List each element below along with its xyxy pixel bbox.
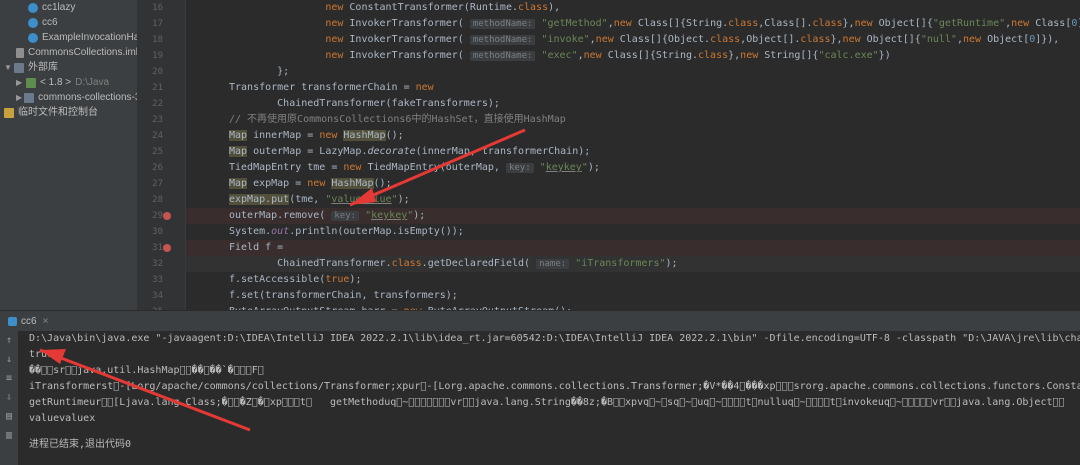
rerun-icon[interactable]: ↑ — [3, 335, 15, 347]
line-number[interactable]: 20 — [137, 64, 185, 80]
line-number[interactable]: 25 — [137, 144, 185, 160]
line-number[interactable]: 26 — [137, 160, 185, 176]
line-number[interactable]: 34 — [137, 288, 185, 304]
tree-item[interactable]: cc1lazy — [0, 0, 137, 15]
line-number[interactable]: 33 — [137, 272, 185, 288]
scratch-icon — [4, 107, 14, 118]
code-line-22: ChainedTransformer(fakeTransformers); — [229, 98, 500, 109]
tree-item[interactable]: ExampleInvocationHandle — [0, 30, 137, 45]
run-tab[interactable]: cc6 × — [0, 311, 56, 332]
console-line: valuevaluex — [29, 413, 96, 424]
chevron-right-icon[interactable]: ▶ — [16, 75, 24, 90]
breakpoint-line-number[interactable]: 31 — [137, 240, 185, 256]
code-line-18: new InvokerTransformer( methodName: "inv… — [325, 34, 1060, 45]
code-line-20: }; — [229, 66, 290, 77]
tree-item[interactable]: ▼ 外部库 — [0, 60, 137, 75]
run-console[interactable]: D:\Java\bin\java.exe "-javaagent:D:\IDEA… — [18, 331, 1080, 465]
tree-item[interactable]: ▶ commons-collections-3.1 — [0, 90, 137, 105]
breakpoint-line-number[interactable]: 29 — [137, 208, 185, 224]
console-line: D:\Java\bin\java.exe "-javaagent:D:\IDEA… — [29, 333, 1080, 344]
code-editor[interactable]: new ConstantTransformer(Runtime.class), … — [186, 0, 1080, 310]
line-number[interactable]: 18 — [137, 32, 185, 48]
code-line-33: f.setAccessible(true); — [229, 274, 362, 285]
tree-item-label: commons-collections-3.1 — [38, 92, 138, 103]
run-side-toolbar: ↑ ↓ ≡ ⇩ ▤ ▥ — [0, 331, 19, 465]
line-number[interactable]: 17 — [137, 16, 185, 32]
tree-item-label: 外部库 — [28, 62, 58, 73]
line-number[interactable]: 24 — [137, 128, 185, 144]
line-number[interactable]: 32 — [137, 256, 185, 272]
code-line-25: Map outerMap = LazyMap.decorate(innerMap… — [229, 146, 591, 157]
tree-item-label: ExampleInvocationHandle — [42, 32, 137, 43]
code-line-30: System.out.println(outerMap.isEmpty()); — [229, 226, 464, 237]
tree-item-label: CommonsCollections.iml — [28, 47, 138, 58]
run-toolbar: cc6 × — [0, 310, 1080, 332]
chevron-down-icon[interactable]: ▼ — [4, 60, 12, 75]
code-line-27: Map expMap = new HashMap(); — [229, 178, 392, 189]
code-line-32: ChainedTransformer.class.getDeclaredFiel… — [186, 256, 1080, 272]
code-line-19: new InvokerTransformer( methodName: "exe… — [325, 50, 891, 61]
code-line-21: Transformer transformerChain = new — [229, 82, 434, 93]
console-line: true — [29, 349, 54, 360]
tree-item-label: cc6 — [42, 17, 58, 28]
print-icon[interactable]: ▤ — [3, 411, 15, 423]
iml-file-icon — [16, 47, 24, 58]
code-line-23: // 不再使用原CommonsCollections6中的HashSet，直接使… — [229, 114, 566, 125]
line-number[interactable]: 30 — [137, 224, 185, 240]
console-line: �� sr java.util.HashMap����`� F  — [29, 365, 264, 376]
code-line-24: Map innerMap = new HashMap(); — [229, 130, 404, 141]
line-number[interactable]: 19 — [137, 48, 185, 64]
console-line: getRuntimeur [Ljava.lang.Class;�  �Z � … — [29, 397, 1065, 408]
run-tab-label: cc6 — [21, 316, 37, 327]
line-number[interactable]: 21 — [137, 80, 185, 96]
console-line: iTransformerst -[Lorg/apache/commons/col… — [29, 381, 1080, 392]
tree-item[interactable]: CommonsCollections.iml — [0, 45, 137, 60]
stop-icon[interactable]: ↓ — [3, 354, 15, 366]
scroll-to-end-icon[interactable]: ≡ — [3, 373, 15, 385]
line-number[interactable]: 23 — [137, 112, 185, 128]
run-config-icon — [8, 317, 17, 326]
class-icon — [28, 2, 38, 13]
code-line-28: expMap.put(tme, "valuevalue"); — [229, 194, 410, 205]
tree-item-path: D:\Java — [75, 77, 110, 88]
line-number[interactable]: 22 — [137, 96, 185, 112]
code-line-17: new InvokerTransformer( methodName: "get… — [325, 18, 1080, 29]
editor-gutter: 1617181920212223242526272829303132333435 — [137, 0, 186, 317]
project-tree-panel: cc1lazy cc6 ExampleInvocationHandle Commons… — [0, 0, 138, 310]
tree-item-label: < 1.8 > — [40, 77, 72, 88]
line-number[interactable]: 16 — [137, 0, 185, 16]
tree-item[interactable]: ▶ < 1.8 > D:\Java — [0, 75, 137, 90]
code-line-26: TiedMapEntry tme = new TiedMapEntry(oute… — [229, 162, 600, 173]
class-icon — [28, 17, 38, 28]
code-line-34: f.set(transformerChain, transformers); — [229, 290, 458, 301]
tree-item[interactable]: cc6 — [0, 15, 137, 30]
line-number[interactable]: 28 — [137, 192, 185, 208]
class-icon — [28, 32, 38, 43]
code-line-16: new ConstantTransformer(Runtime.class), — [325, 2, 561, 13]
library-icon — [14, 62, 24, 73]
library-icon — [24, 92, 35, 103]
delete-icon[interactable]: ▥ — [3, 430, 15, 442]
close-icon[interactable]: × — [43, 311, 49, 332]
line-number[interactable]: 27 — [137, 176, 185, 192]
chevron-right-icon[interactable]: ▶ — [16, 90, 22, 105]
tree-item-label: cc1lazy — [42, 2, 76, 13]
tree-item-label: 临时文件和控制台 — [18, 107, 98, 118]
code-line-29: outerMap.remove( key: "keykey"); — [186, 208, 1080, 224]
soft-wrap-icon[interactable]: ⇩ — [3, 392, 15, 404]
jdk-icon — [26, 77, 36, 88]
console-line: 进程已结束,退出代码0 — [29, 439, 132, 450]
code-line-31: Field f = — [186, 240, 1080, 256]
tree-item[interactable]: 临时文件和控制台 — [0, 105, 137, 120]
